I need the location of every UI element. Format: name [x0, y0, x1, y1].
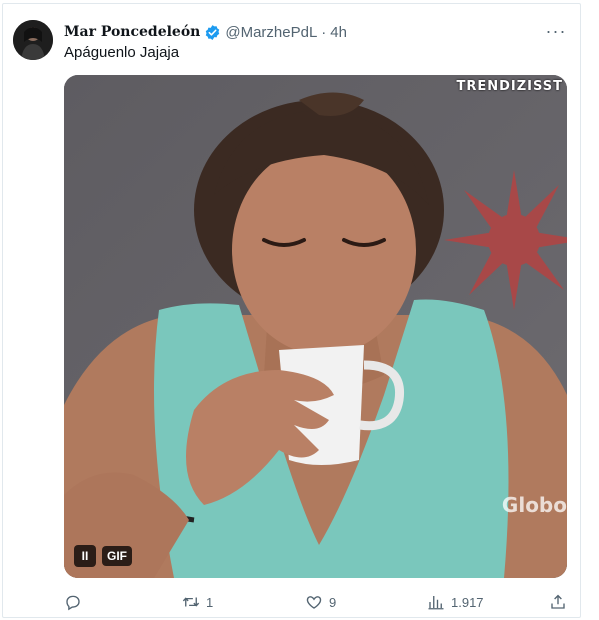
- pause-button[interactable]: II: [74, 545, 96, 567]
- views-count: 1.917: [451, 594, 484, 610]
- avatar-image: [13, 20, 53, 60]
- display-name[interactable]: Mar Poncedeleón: [64, 24, 200, 40]
- like-button[interactable]: 9: [305, 590, 336, 614]
- gif-frame-image: [64, 75, 567, 578]
- gif-badge: GIF: [102, 546, 132, 566]
- share-button[interactable]: [549, 590, 567, 614]
- heart-icon: [306, 596, 322, 609]
- retweet-icon: [182, 597, 200, 607]
- tweet-card[interactable]: Mar Poncedeleón @MarzhePdL · 4h ··· Apág…: [2, 3, 581, 618]
- verified-badge-icon: [206, 24, 220, 40]
- tweet-text: Apáguenlo Jajaja: [64, 44, 180, 61]
- reply-button[interactable]: [64, 590, 88, 614]
- broadcast-logo: Globo: [501, 493, 567, 517]
- share-icon: [551, 594, 565, 609]
- gif-media[interactable]: TRENDIZISST Globo II GIF: [64, 75, 567, 578]
- tweet-timestamp[interactable]: 4h: [330, 24, 347, 41]
- tweet-actions: 1 9 1.917: [64, 590, 569, 614]
- retweet-count: 1: [206, 594, 214, 610]
- gif-controls: II GIF: [74, 545, 132, 567]
- views-button[interactable]: 1.917: [427, 590, 484, 614]
- tweet-header: Mar Poncedeleón @MarzhePdL · 4h: [64, 21, 347, 43]
- reply-icon: [66, 595, 80, 611]
- user-handle[interactable]: @MarzhePdL: [225, 24, 317, 41]
- retweet-button[interactable]: 1: [182, 590, 213, 614]
- header-separator: ·: [321, 23, 327, 41]
- like-count: 9: [329, 594, 337, 610]
- more-options-button[interactable]: ···: [544, 19, 568, 43]
- watermark-logo: TRENDIZISST: [456, 79, 563, 94]
- avatar[interactable]: [13, 20, 53, 60]
- views-chart-icon: [428, 596, 444, 610]
